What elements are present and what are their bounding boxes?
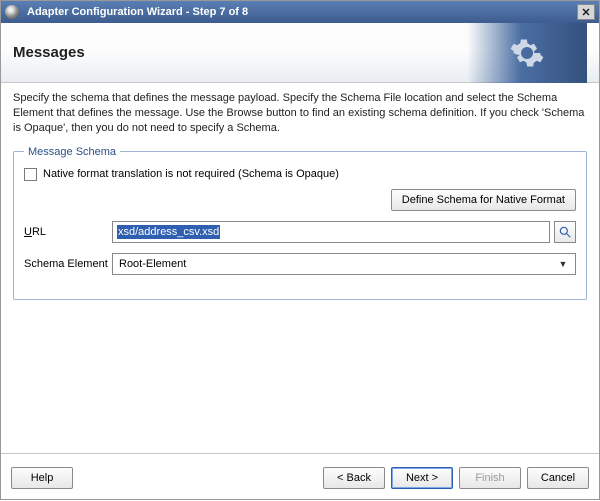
close-icon: ✕: [581, 6, 590, 19]
url-input[interactable]: xsd/address_csv.xsd: [112, 221, 550, 243]
schema-element-select[interactable]: Root-Element ▼: [112, 253, 576, 275]
close-button[interactable]: ✕: [577, 4, 595, 20]
instructions-text: Specify the schema that defines the mess…: [13, 91, 587, 136]
content-area: Specify the schema that defines the mess…: [1, 83, 599, 453]
url-row: URL xsd/address_csv.xsd: [24, 221, 576, 243]
back-button[interactable]: < Back: [323, 467, 385, 489]
browse-button[interactable]: [554, 221, 576, 243]
header-decor: [467, 23, 587, 83]
finish-button: Finish: [459, 467, 521, 489]
titlebar: Adapter Configuration Wizard - Step 7 of…: [1, 1, 599, 23]
page-title: Messages: [13, 44, 85, 61]
opaque-label: Native format translation is not require…: [43, 168, 339, 180]
gear-icon: [509, 35, 545, 71]
next-button[interactable]: Next >: [391, 467, 453, 489]
window-title: Adapter Configuration Wizard - Step 7 of…: [23, 6, 577, 18]
define-schema-row: Define Schema for Native Format: [24, 189, 576, 211]
schema-element-row: Schema Element Root-Element ▼: [24, 253, 576, 275]
message-schema-legend: Message Schema: [24, 146, 120, 158]
cancel-button[interactable]: Cancel: [527, 467, 589, 489]
define-schema-button[interactable]: Define Schema for Native Format: [391, 189, 576, 211]
opaque-row: Native format translation is not require…: [24, 168, 576, 181]
chevron-down-icon: ▼: [555, 256, 571, 272]
message-schema-group: Message Schema Native format translation…: [13, 146, 587, 300]
url-label: URL: [24, 226, 112, 238]
opaque-checkbox[interactable]: [24, 168, 37, 181]
url-value: xsd/address_csv.xsd: [117, 225, 220, 239]
schema-element-label: Schema Element: [24, 258, 112, 270]
help-button[interactable]: Help: [11, 467, 73, 489]
search-icon: [558, 225, 572, 239]
wizard-header: Messages: [1, 23, 599, 83]
schema-element-value: Root-Element: [119, 258, 186, 270]
app-icon: [5, 5, 19, 19]
wizard-footer: Help < Back Next > Finish Cancel: [1, 453, 599, 501]
